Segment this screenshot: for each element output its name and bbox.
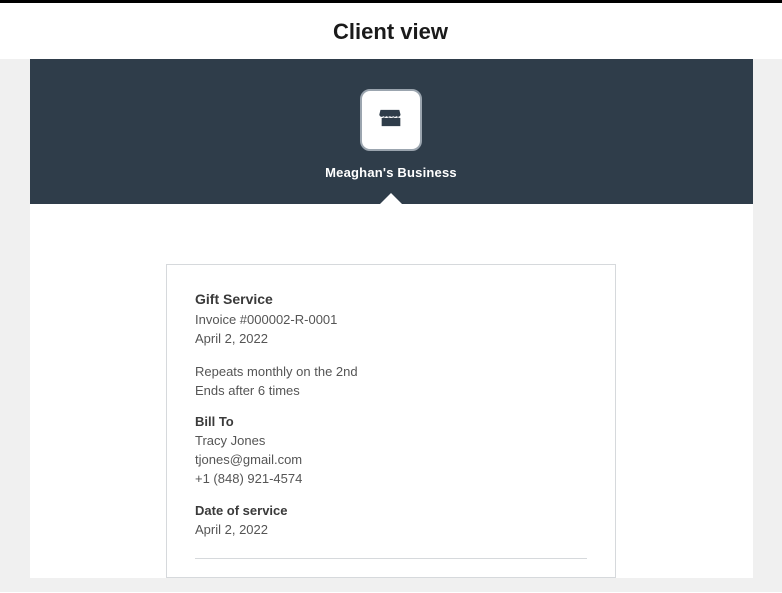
main-panel: Meaghan's Business Gift Service Invoice …	[30, 59, 753, 578]
bill-to-phone: +1 (848) 921-4574	[195, 470, 587, 489]
business-name: Meaghan's Business	[30, 165, 753, 180]
business-logo-box	[360, 89, 422, 151]
business-header: Meaghan's Business	[30, 59, 753, 204]
invoice-divider	[195, 558, 587, 559]
bill-to-name: Tracy Jones	[195, 432, 587, 451]
page-title: Client view	[0, 19, 782, 45]
service-date-label: Date of service	[195, 503, 587, 518]
page-header: Client view	[0, 3, 782, 59]
invoice-card: Gift Service Invoice #000002-R-0001 Apri…	[166, 264, 616, 578]
invoice-area: Gift Service Invoice #000002-R-0001 Apri…	[30, 204, 753, 578]
invoice-date: April 2, 2022	[195, 330, 587, 349]
invoice-repeat-rule: Repeats monthly on the 2nd	[195, 363, 587, 382]
invoice-number: Invoice #000002-R-0001	[195, 311, 587, 330]
content-wrapper: Meaghan's Business Gift Service Invoice …	[0, 59, 782, 592]
invoice-service-title: Gift Service	[195, 291, 587, 307]
bill-to-email: tjones@gmail.com	[195, 451, 587, 470]
bill-to-label: Bill To	[195, 414, 587, 429]
service-date-value: April 2, 2022	[195, 521, 587, 540]
storefront-icon	[377, 104, 405, 137]
header-pointer	[379, 193, 403, 205]
invoice-end-rule: Ends after 6 times	[195, 382, 587, 401]
